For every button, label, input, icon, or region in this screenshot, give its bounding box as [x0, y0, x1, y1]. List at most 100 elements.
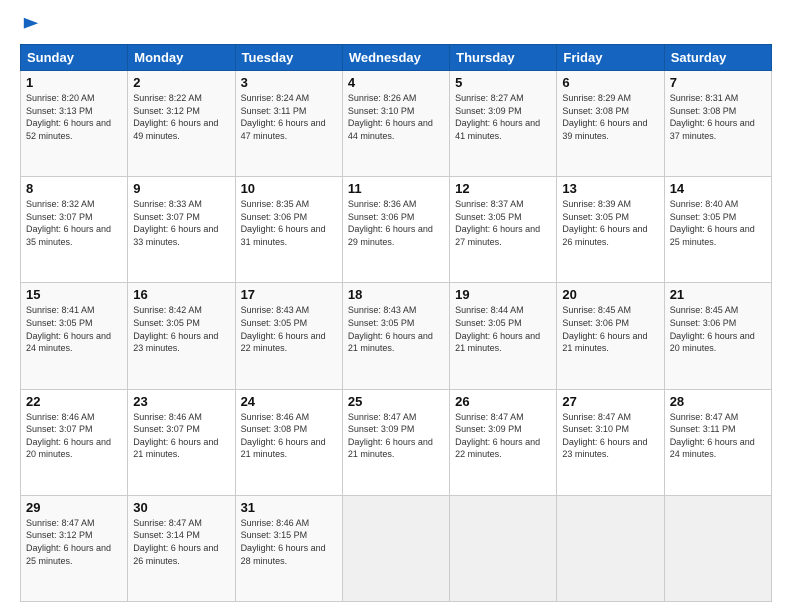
day-cell: 24 Sunrise: 8:46 AMSunset: 3:08 PMDaylig…	[235, 389, 342, 495]
day-info: Sunrise: 8:43 AMSunset: 3:05 PMDaylight:…	[348, 305, 433, 353]
day-number: 26	[455, 394, 551, 409]
day-info: Sunrise: 8:46 AMSunset: 3:07 PMDaylight:…	[133, 412, 218, 460]
day-cell: 22 Sunrise: 8:46 AMSunset: 3:07 PMDaylig…	[21, 389, 128, 495]
day-number: 30	[133, 500, 229, 515]
day-info: Sunrise: 8:46 AMSunset: 3:08 PMDaylight:…	[241, 412, 326, 460]
col-header-saturday: Saturday	[664, 45, 771, 71]
day-number: 25	[348, 394, 444, 409]
day-number: 23	[133, 394, 229, 409]
day-cell: 26 Sunrise: 8:47 AMSunset: 3:09 PMDaylig…	[450, 389, 557, 495]
day-number: 22	[26, 394, 122, 409]
day-cell: 30 Sunrise: 8:47 AMSunset: 3:14 PMDaylig…	[128, 495, 235, 601]
day-cell: 20 Sunrise: 8:45 AMSunset: 3:06 PMDaylig…	[557, 283, 664, 389]
day-info: Sunrise: 8:24 AMSunset: 3:11 PMDaylight:…	[241, 93, 326, 141]
day-info: Sunrise: 8:43 AMSunset: 3:05 PMDaylight:…	[241, 305, 326, 353]
day-cell	[342, 495, 449, 601]
day-cell: 8 Sunrise: 8:32 AMSunset: 3:07 PMDayligh…	[21, 177, 128, 283]
day-number: 27	[562, 394, 658, 409]
week-row-4: 22 Sunrise: 8:46 AMSunset: 3:07 PMDaylig…	[21, 389, 772, 495]
day-cell: 29 Sunrise: 8:47 AMSunset: 3:12 PMDaylig…	[21, 495, 128, 601]
day-number: 18	[348, 287, 444, 302]
day-number: 29	[26, 500, 122, 515]
day-number: 9	[133, 181, 229, 196]
day-cell: 1 Sunrise: 8:20 AMSunset: 3:13 PMDayligh…	[21, 71, 128, 177]
day-cell	[664, 495, 771, 601]
col-header-tuesday: Tuesday	[235, 45, 342, 71]
day-cell: 18 Sunrise: 8:43 AMSunset: 3:05 PMDaylig…	[342, 283, 449, 389]
day-cell: 31 Sunrise: 8:46 AMSunset: 3:15 PMDaylig…	[235, 495, 342, 601]
day-cell	[557, 495, 664, 601]
day-number: 8	[26, 181, 122, 196]
day-number: 24	[241, 394, 337, 409]
day-info: Sunrise: 8:33 AMSunset: 3:07 PMDaylight:…	[133, 199, 218, 247]
week-row-3: 15 Sunrise: 8:41 AMSunset: 3:05 PMDaylig…	[21, 283, 772, 389]
day-info: Sunrise: 8:45 AMSunset: 3:06 PMDaylight:…	[670, 305, 755, 353]
day-cell: 4 Sunrise: 8:26 AMSunset: 3:10 PMDayligh…	[342, 71, 449, 177]
day-info: Sunrise: 8:47 AMSunset: 3:09 PMDaylight:…	[348, 412, 433, 460]
day-cell: 10 Sunrise: 8:35 AMSunset: 3:06 PMDaylig…	[235, 177, 342, 283]
col-header-thursday: Thursday	[450, 45, 557, 71]
day-cell: 16 Sunrise: 8:42 AMSunset: 3:05 PMDaylig…	[128, 283, 235, 389]
day-number: 2	[133, 75, 229, 90]
day-info: Sunrise: 8:45 AMSunset: 3:06 PMDaylight:…	[562, 305, 647, 353]
day-info: Sunrise: 8:44 AMSunset: 3:05 PMDaylight:…	[455, 305, 540, 353]
day-info: Sunrise: 8:47 AMSunset: 3:10 PMDaylight:…	[562, 412, 647, 460]
day-info: Sunrise: 8:22 AMSunset: 3:12 PMDaylight:…	[133, 93, 218, 141]
day-number: 14	[670, 181, 766, 196]
day-info: Sunrise: 8:42 AMSunset: 3:05 PMDaylight:…	[133, 305, 218, 353]
day-cell: 27 Sunrise: 8:47 AMSunset: 3:10 PMDaylig…	[557, 389, 664, 495]
day-cell: 21 Sunrise: 8:45 AMSunset: 3:06 PMDaylig…	[664, 283, 771, 389]
week-row-2: 8 Sunrise: 8:32 AMSunset: 3:07 PMDayligh…	[21, 177, 772, 283]
day-cell: 2 Sunrise: 8:22 AMSunset: 3:12 PMDayligh…	[128, 71, 235, 177]
day-info: Sunrise: 8:26 AMSunset: 3:10 PMDaylight:…	[348, 93, 433, 141]
day-info: Sunrise: 8:47 AMSunset: 3:09 PMDaylight:…	[455, 412, 540, 460]
day-number: 3	[241, 75, 337, 90]
day-info: Sunrise: 8:46 AMSunset: 3:07 PMDaylight:…	[26, 412, 111, 460]
day-cell: 28 Sunrise: 8:47 AMSunset: 3:11 PMDaylig…	[664, 389, 771, 495]
day-number: 13	[562, 181, 658, 196]
day-info: Sunrise: 8:35 AMSunset: 3:06 PMDaylight:…	[241, 199, 326, 247]
day-cell: 25 Sunrise: 8:47 AMSunset: 3:09 PMDaylig…	[342, 389, 449, 495]
logo-flag-icon	[22, 16, 40, 34]
calendar-header-row: SundayMondayTuesdayWednesdayThursdayFrid…	[21, 45, 772, 71]
col-header-monday: Monday	[128, 45, 235, 71]
day-number: 7	[670, 75, 766, 90]
day-info: Sunrise: 8:47 AMSunset: 3:11 PMDaylight:…	[670, 412, 755, 460]
page: SundayMondayTuesdayWednesdayThursdayFrid…	[0, 0, 792, 612]
day-cell: 13 Sunrise: 8:39 AMSunset: 3:05 PMDaylig…	[557, 177, 664, 283]
day-number: 19	[455, 287, 551, 302]
day-info: Sunrise: 8:29 AMSunset: 3:08 PMDaylight:…	[562, 93, 647, 141]
day-number: 16	[133, 287, 229, 302]
day-cell: 7 Sunrise: 8:31 AMSunset: 3:08 PMDayligh…	[664, 71, 771, 177]
day-info: Sunrise: 8:37 AMSunset: 3:05 PMDaylight:…	[455, 199, 540, 247]
day-info: Sunrise: 8:46 AMSunset: 3:15 PMDaylight:…	[241, 518, 326, 566]
day-cell	[450, 495, 557, 601]
day-number: 6	[562, 75, 658, 90]
day-cell: 17 Sunrise: 8:43 AMSunset: 3:05 PMDaylig…	[235, 283, 342, 389]
day-cell: 12 Sunrise: 8:37 AMSunset: 3:05 PMDaylig…	[450, 177, 557, 283]
day-cell: 15 Sunrise: 8:41 AMSunset: 3:05 PMDaylig…	[21, 283, 128, 389]
day-info: Sunrise: 8:40 AMSunset: 3:05 PMDaylight:…	[670, 199, 755, 247]
day-info: Sunrise: 8:36 AMSunset: 3:06 PMDaylight:…	[348, 199, 433, 247]
day-cell: 11 Sunrise: 8:36 AMSunset: 3:06 PMDaylig…	[342, 177, 449, 283]
day-cell: 3 Sunrise: 8:24 AMSunset: 3:11 PMDayligh…	[235, 71, 342, 177]
week-row-5: 29 Sunrise: 8:47 AMSunset: 3:12 PMDaylig…	[21, 495, 772, 601]
week-row-1: 1 Sunrise: 8:20 AMSunset: 3:13 PMDayligh…	[21, 71, 772, 177]
day-info: Sunrise: 8:47 AMSunset: 3:12 PMDaylight:…	[26, 518, 111, 566]
day-number: 1	[26, 75, 122, 90]
day-number: 17	[241, 287, 337, 302]
day-cell: 19 Sunrise: 8:44 AMSunset: 3:05 PMDaylig…	[450, 283, 557, 389]
day-number: 5	[455, 75, 551, 90]
day-number: 15	[26, 287, 122, 302]
day-info: Sunrise: 8:41 AMSunset: 3:05 PMDaylight:…	[26, 305, 111, 353]
day-cell: 23 Sunrise: 8:46 AMSunset: 3:07 PMDaylig…	[128, 389, 235, 495]
day-number: 4	[348, 75, 444, 90]
day-number: 10	[241, 181, 337, 196]
day-cell: 5 Sunrise: 8:27 AMSunset: 3:09 PMDayligh…	[450, 71, 557, 177]
col-header-wednesday: Wednesday	[342, 45, 449, 71]
col-header-friday: Friday	[557, 45, 664, 71]
day-info: Sunrise: 8:20 AMSunset: 3:13 PMDaylight:…	[26, 93, 111, 141]
day-number: 12	[455, 181, 551, 196]
day-info: Sunrise: 8:39 AMSunset: 3:05 PMDaylight:…	[562, 199, 647, 247]
day-number: 21	[670, 287, 766, 302]
